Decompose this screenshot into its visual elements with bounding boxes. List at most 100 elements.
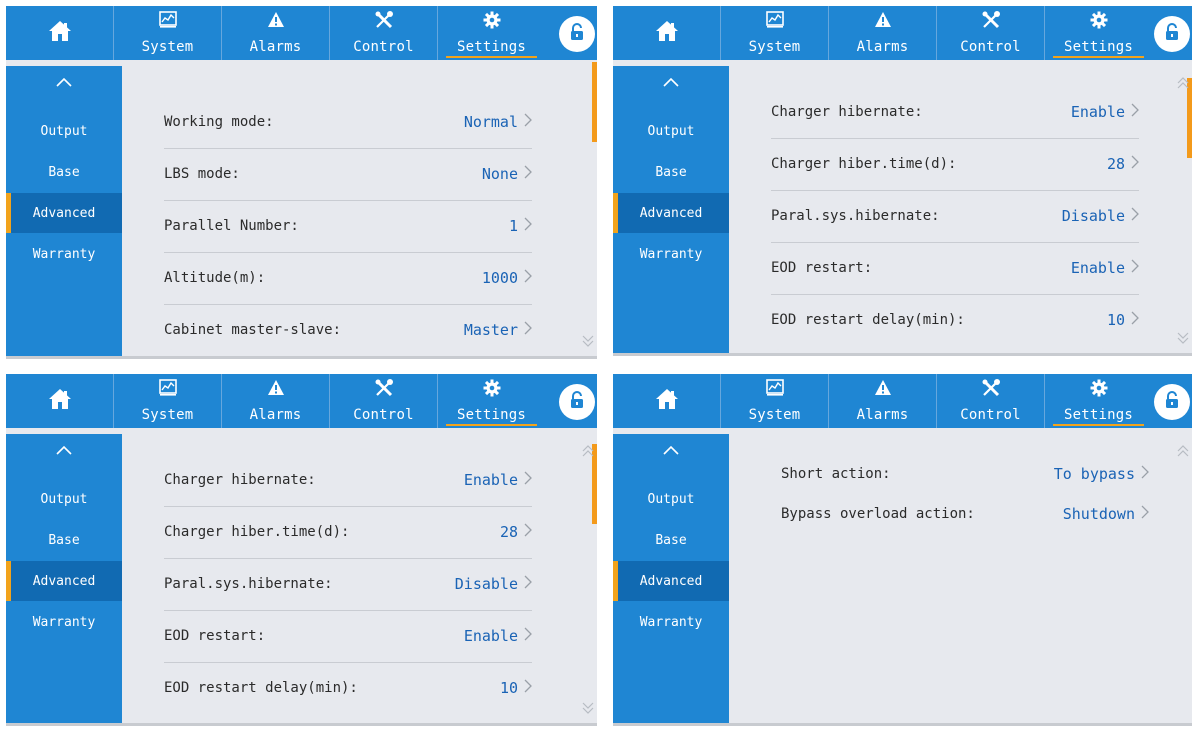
setting-value[interactable]: Enable bbox=[1071, 103, 1139, 121]
sidebar-item-output[interactable]: Output bbox=[6, 479, 122, 519]
unlock-icon bbox=[569, 23, 585, 45]
sidebar-item-base[interactable]: Base bbox=[6, 152, 122, 192]
tab-system[interactable]: System bbox=[720, 374, 828, 428]
sidebar-item-output[interactable]: Output bbox=[613, 111, 729, 151]
setting-value[interactable]: None bbox=[482, 165, 532, 183]
setting-row[interactable]: Charger hibernate: Enable bbox=[771, 86, 1139, 139]
setting-value[interactable]: 28 bbox=[500, 523, 532, 541]
setting-row[interactable]: EOD restart: Enable bbox=[164, 610, 532, 663]
setting-row[interactable]: Short action: To bypass bbox=[781, 454, 1149, 494]
tab-settings[interactable]: Settings bbox=[1044, 374, 1152, 428]
sidebar-item-warranty[interactable]: Warranty bbox=[6, 234, 122, 274]
chevron-up-icon bbox=[56, 78, 72, 87]
setting-row[interactable]: Bypass overload action: Shutdown bbox=[781, 494, 1149, 534]
setting-row[interactable]: EOD restart delay(min): 10 bbox=[771, 294, 1139, 346]
setting-row[interactable]: Cabinet master-slave: Master bbox=[164, 304, 532, 356]
setting-row[interactable]: Altitude(m): 1000 bbox=[164, 252, 532, 305]
sidebar-scroll-up-button[interactable] bbox=[6, 446, 122, 455]
alarm-warning-icon bbox=[222, 379, 329, 396]
home-button[interactable] bbox=[6, 6, 113, 60]
sidebar-item-base[interactable]: Base bbox=[613, 152, 729, 192]
tab-settings[interactable]: Settings bbox=[437, 6, 545, 60]
double-chevron-down-icon bbox=[582, 332, 594, 351]
system-chart-icon bbox=[114, 379, 221, 396]
setting-value[interactable]: Enable bbox=[464, 627, 532, 645]
setting-row[interactable]: EOD restart: Enable bbox=[771, 242, 1139, 295]
setting-row[interactable]: EOD restart delay(min): 10 bbox=[164, 662, 532, 714]
setting-label: EOD restart: bbox=[771, 260, 873, 276]
sidebar-item-output[interactable]: Output bbox=[613, 479, 729, 519]
sidebar-scroll-up-button[interactable] bbox=[613, 78, 729, 87]
tab-alarms[interactable]: Alarms bbox=[221, 6, 329, 60]
settings-gear-icon bbox=[1045, 11, 1152, 29]
tab-system-label: System bbox=[748, 407, 801, 423]
sidebar-item-advanced[interactable]: Advanced bbox=[6, 193, 122, 233]
tab-alarms[interactable]: Alarms bbox=[221, 374, 329, 428]
tab-system[interactable]: System bbox=[720, 6, 828, 60]
sidebar-scroll-up-button[interactable] bbox=[613, 446, 729, 455]
setting-value-text: 1 bbox=[508, 217, 518, 235]
setting-value[interactable]: Disable bbox=[1062, 207, 1139, 225]
double-chevron-down-icon bbox=[582, 699, 594, 718]
sidebar-item-advanced[interactable]: Advanced bbox=[6, 561, 122, 601]
setting-row[interactable]: Charger hiber.time(d): 28 bbox=[164, 506, 532, 559]
unlock-button[interactable] bbox=[1154, 16, 1190, 52]
tab-settings[interactable]: Settings bbox=[1044, 6, 1152, 60]
setting-value[interactable]: To bypass bbox=[1054, 465, 1149, 483]
setting-value[interactable]: Normal bbox=[464, 113, 532, 131]
chevron-right-icon bbox=[518, 575, 532, 593]
sidebar-item-advanced[interactable]: Advanced bbox=[613, 561, 729, 601]
setting-value[interactable]: Master bbox=[464, 321, 532, 339]
unlock-button[interactable] bbox=[559, 384, 595, 420]
setting-row[interactable]: Parallel Number: 1 bbox=[164, 200, 532, 253]
chevron-up-icon bbox=[663, 78, 679, 87]
chevron-right-icon bbox=[1125, 207, 1139, 225]
sidebar-scroll-up-button[interactable] bbox=[6, 78, 122, 87]
setting-value[interactable]: 10 bbox=[500, 679, 532, 697]
home-button[interactable] bbox=[613, 6, 720, 60]
setting-row[interactable]: Working mode: Normal bbox=[164, 96, 532, 149]
setting-row[interactable]: Charger hiber.time(d): 28 bbox=[771, 138, 1139, 191]
sidebar-item-warranty[interactable]: Warranty bbox=[613, 234, 729, 274]
tab-alarms[interactable]: Alarms bbox=[828, 6, 936, 60]
tab-control[interactable]: Control bbox=[936, 374, 1044, 428]
sidebar-item-base[interactable]: Base bbox=[6, 520, 122, 560]
setting-value-text: Enable bbox=[463, 471, 518, 489]
setting-row[interactable]: LBS mode: None bbox=[164, 148, 532, 201]
sidebar-item-output[interactable]: Output bbox=[6, 111, 122, 151]
setting-value[interactable]: Disable bbox=[455, 575, 532, 593]
sidebar-item-warranty[interactable]: Warranty bbox=[6, 602, 122, 642]
sidebar-item-warranty[interactable]: Warranty bbox=[613, 602, 729, 642]
unlock-button[interactable] bbox=[1154, 384, 1190, 420]
setting-value[interactable]: Shutdown bbox=[1063, 505, 1149, 523]
setting-value[interactable]: 1 bbox=[509, 217, 532, 235]
tab-alarms[interactable]: Alarms bbox=[828, 374, 936, 428]
alarm-warning-icon bbox=[829, 379, 936, 396]
setting-row[interactable]: Charger hibernate: Enable bbox=[164, 454, 532, 507]
tab-control[interactable]: Control bbox=[329, 6, 437, 60]
tab-control-label: Control bbox=[960, 39, 1021, 55]
setting-value-text: Disable bbox=[1061, 207, 1125, 225]
home-button[interactable] bbox=[6, 374, 113, 428]
setting-value-text: Normal bbox=[463, 113, 518, 131]
setting-value[interactable]: 1000 bbox=[482, 269, 532, 287]
home-button[interactable] bbox=[613, 374, 720, 428]
setting-value[interactable]: 28 bbox=[1107, 155, 1139, 173]
unlock-button[interactable] bbox=[559, 16, 595, 52]
setting-value-text: 1000 bbox=[481, 269, 518, 287]
setting-row[interactable]: Paral.sys.hibernate: Disable bbox=[164, 558, 532, 611]
tab-system[interactable]: System bbox=[113, 374, 221, 428]
setting-value[interactable]: Enable bbox=[1071, 259, 1139, 277]
tab-settings[interactable]: Settings bbox=[437, 374, 545, 428]
setting-label: EOD restart: bbox=[164, 628, 266, 644]
setting-row[interactable]: Paral.sys.hibernate: Disable bbox=[771, 190, 1139, 243]
setting-label: Bypass overload action: bbox=[781, 506, 975, 522]
tab-control[interactable]: Control bbox=[936, 6, 1044, 60]
tab-control[interactable]: Control bbox=[329, 374, 437, 428]
setting-value[interactable]: 10 bbox=[1107, 311, 1139, 329]
sidebar-item-advanced[interactable]: Advanced bbox=[613, 193, 729, 233]
tab-system[interactable]: System bbox=[113, 6, 221, 60]
sidebar-item-base[interactable]: Base bbox=[613, 520, 729, 560]
control-tools-icon bbox=[937, 379, 1044, 397]
setting-value[interactable]: Enable bbox=[464, 471, 532, 489]
